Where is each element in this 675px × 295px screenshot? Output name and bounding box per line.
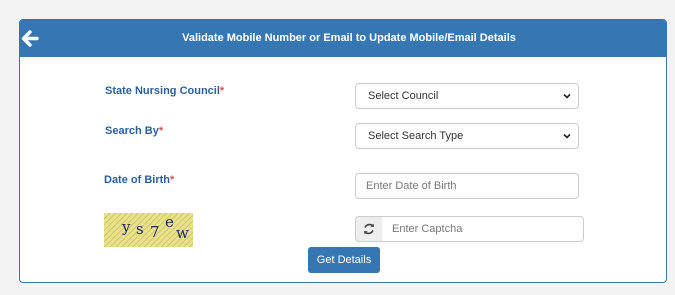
captcha-image: y s 7 e w bbox=[104, 213, 193, 247]
dob-placeholder: Enter Date of Birth bbox=[366, 180, 457, 192]
council-label: State Nursing Council* bbox=[105, 85, 224, 97]
council-label-text: State Nursing Council bbox=[105, 85, 220, 97]
dob-field[interactable]: Enter Date of Birth bbox=[355, 173, 579, 199]
get-details-button[interactable]: Get Details bbox=[308, 247, 380, 273]
update-details-panel: Validate Mobile Number or Email to Updat… bbox=[19, 19, 667, 283]
panel-header: Validate Mobile Number or Email to Updat… bbox=[20, 20, 666, 57]
council-select[interactable]: Select Council bbox=[355, 83, 579, 109]
captcha-placeholder: Enter Captcha bbox=[392, 223, 463, 235]
refresh-icon bbox=[363, 223, 375, 235]
captcha-char: s bbox=[136, 220, 144, 238]
refresh-captcha-button[interactable] bbox=[355, 216, 383, 242]
dob-label: Date of Birth* bbox=[104, 174, 174, 186]
council-select-value: Select Council bbox=[368, 90, 439, 102]
page-title: Validate Mobile Number or Email to Updat… bbox=[182, 32, 516, 44]
required-marker: * bbox=[170, 174, 175, 186]
required-marker: * bbox=[158, 125, 164, 137]
captcha-group: Enter Captcha bbox=[355, 216, 584, 242]
chevron-down-icon bbox=[563, 133, 571, 139]
dob-label-text: Date of Birth bbox=[104, 174, 170, 186]
required-marker: * bbox=[219, 85, 225, 97]
captcha-char: w bbox=[176, 224, 189, 242]
search-by-label: Search By* bbox=[105, 125, 163, 137]
search-type-select[interactable]: Select Search Type bbox=[355, 123, 579, 149]
captcha-input[interactable]: Enter Captcha bbox=[382, 216, 584, 242]
captcha-char: e bbox=[165, 213, 174, 231]
captcha-char: y bbox=[121, 218, 131, 236]
search-by-label-text: Search By bbox=[105, 125, 159, 137]
search-type-select-value: Select Search Type bbox=[368, 130, 464, 142]
captcha-char: 7 bbox=[150, 223, 160, 241]
chevron-down-icon bbox=[563, 93, 571, 99]
